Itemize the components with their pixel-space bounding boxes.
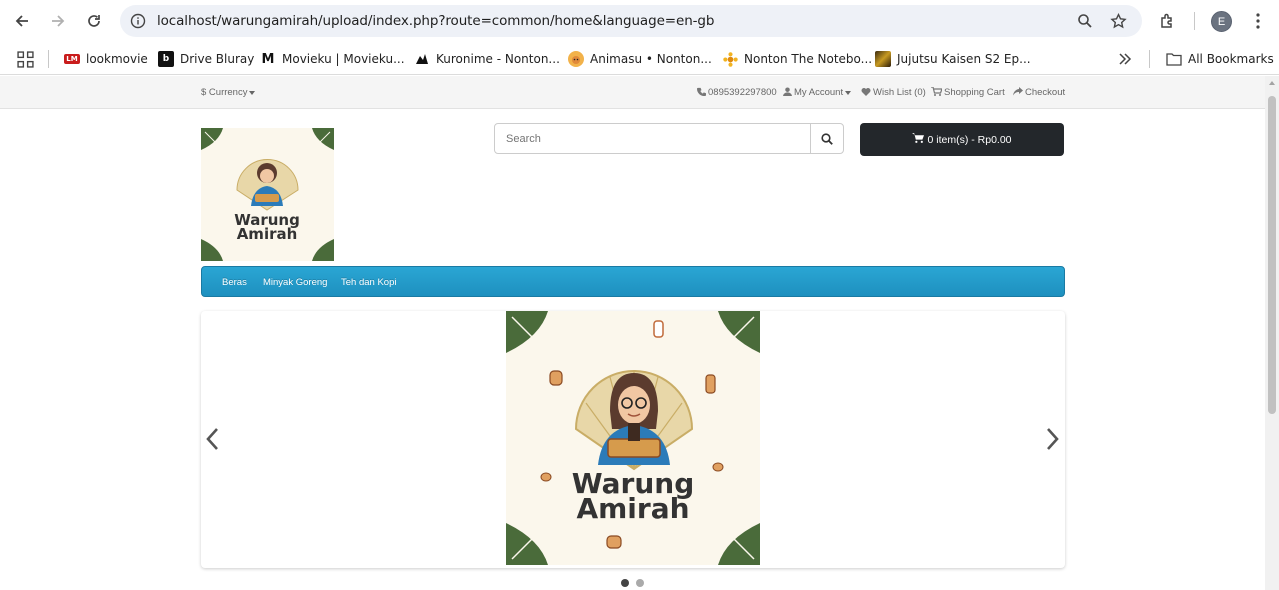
extensions-icon[interactable] <box>1157 10 1179 32</box>
bookmark-notebook[interactable]: Nonton The Notebo... <box>722 50 872 68</box>
banner-line2: Amirah <box>576 492 689 525</box>
caret-down-icon <box>249 90 256 95</box>
cart-summary: 0 item(s) - Rp0.00 <box>927 133 1012 146</box>
bookmark-label: Animasu • Nonton... <box>590 52 712 66</box>
carousel-dot-2[interactable] <box>636 579 644 587</box>
bookmark-label: lookmovie <box>86 52 148 66</box>
heart-icon <box>861 87 871 98</box>
carousel-pagination <box>621 579 644 587</box>
phone-icon <box>696 87 706 98</box>
bookmark-star-icon[interactable] <box>1108 11 1128 31</box>
bookmarks-divider <box>1149 50 1150 68</box>
kuronime-favicon <box>414 51 430 67</box>
search-button[interactable] <box>810 123 844 154</box>
bookmark-label: Movieku | Movieku... <box>282 52 405 66</box>
page-scrollbar[interactable] <box>1265 76 1279 590</box>
reload-icon <box>88 15 100 27</box>
site-info-icon[interactable] <box>128 11 148 31</box>
carousel-dot-1[interactable] <box>621 579 629 587</box>
bookmark-jujutsu[interactable]: Jujutsu Kaisen S2 Ep... <box>875 50 1031 68</box>
carousel-prev-button[interactable] <box>202 424 222 454</box>
store-topbar: $ Currency 0895392297800 My Account Wish… <box>0 76 1265 109</box>
logo-line2: Amirah <box>237 225 298 243</box>
profile-avatar[interactable]: E <box>1211 11 1232 32</box>
forward-arrow-icon <box>52 15 65 27</box>
menu-item-teh-dan-kopi[interactable]: Teh dan Kopi <box>341 277 396 288</box>
cart-button[interactable]: 0 item(s) - Rp0.00 <box>860 123 1064 156</box>
warung-amirah-logo-icon: Warung Amirah <box>201 128 334 261</box>
lookmovie-favicon: LM <box>64 54 80 64</box>
double-chevron-right-icon <box>1119 53 1132 65</box>
search-icon <box>821 132 833 145</box>
bookmark-label: Jujutsu Kaisen S2 Ep... <box>897 52 1031 66</box>
chevron-left-icon <box>206 428 218 450</box>
browser-toolbar: localhost/warungamirah/upload/index.php?… <box>0 0 1279 42</box>
bookmark-movieku[interactable]: M Movieku | Movieku... <box>260 50 405 68</box>
all-bookmarks-label: All Bookmarks <box>1188 52 1274 66</box>
url-text[interactable]: localhost/warungamirah/upload/index.php?… <box>157 13 714 29</box>
apps-grid-button[interactable] <box>17 50 34 68</box>
search-input[interactable] <box>495 124 810 153</box>
currency-dropdown[interactable]: $ Currency <box>201 87 256 98</box>
drive-bluray-favicon: b <box>158 51 174 67</box>
bookmark-lookmovie[interactable]: LM lookmovie <box>64 50 148 68</box>
user-icon <box>783 87 792 98</box>
shopping-cart-link[interactable]: Shopping Cart <box>931 86 1005 98</box>
cart-icon <box>912 133 925 146</box>
search-field[interactable] <box>494 123 811 154</box>
apps-grid-icon <box>17 50 34 68</box>
all-bookmarks-button[interactable]: All Bookmarks <box>1166 50 1274 68</box>
movieku-favicon: M <box>261 51 275 67</box>
currency-label: $ Currency <box>201 87 248 98</box>
folder-icon <box>1166 51 1182 67</box>
phone-link[interactable]: 0895392297800 <box>696 87 777 98</box>
wishlist-link[interactable]: Wish List (0) <box>861 87 926 98</box>
reload-button[interactable] <box>82 9 106 33</box>
bookmark-label: Kuronime - Nonton... <box>436 52 560 66</box>
bookmarks-divider <box>48 50 49 68</box>
category-menu: Beras Minyak Goreng Teh dan Kopi <box>201 266 1065 297</box>
zoom-icon[interactable] <box>1075 11 1095 31</box>
phone-number: 0895392297800 <box>708 87 777 98</box>
checkout-link[interactable]: Checkout <box>1013 87 1065 98</box>
bookmark-label: Drive Bluray <box>180 52 255 66</box>
banner-image[interactable]: Warung Amirah <box>506 311 760 565</box>
store-logo[interactable]: Warung Amirah <box>201 128 334 261</box>
web-page: $ Currency 0895392297800 My Account Wish… <box>0 76 1265 590</box>
menu-kebab-icon[interactable] <box>1247 10 1269 32</box>
bookmark-label: Nonton The Notebo... <box>744 52 873 66</box>
share-arrow-icon <box>1013 87 1023 98</box>
checkout-label: Checkout <box>1025 87 1066 98</box>
wishlist-label: Wish List (0) <box>873 87 926 98</box>
back-button[interactable] <box>10 9 34 33</box>
back-arrow-icon <box>15 15 28 27</box>
carousel-next-button[interactable] <box>1043 424 1063 454</box>
bookmark-drive-bluray[interactable]: b Drive Bluray <box>158 50 254 68</box>
caret-down-icon <box>845 90 852 95</box>
animasu-favicon <box>568 51 584 67</box>
toolbar-divider <box>1194 12 1195 30</box>
address-bar[interactable]: localhost/warungamirah/upload/index.php?… <box>120 5 1142 37</box>
menu-item-minyak-goreng[interactable]: Minyak Goreng <box>263 277 327 288</box>
cart-icon <box>931 86 943 98</box>
my-account-dropdown[interactable]: My Account <box>783 87 852 98</box>
warung-amirah-banner-icon: Warung Amirah <box>506 311 760 565</box>
more-bookmarks-button[interactable] <box>1118 50 1132 68</box>
my-account-label: My Account <box>794 87 844 98</box>
scrollbar-thumb[interactable] <box>1268 96 1276 414</box>
bookmark-animasu[interactable]: Animasu • Nonton... <box>568 50 712 68</box>
banner-carousel: Warung Amirah <box>201 311 1065 568</box>
shopping-cart-label: Shopping Cart <box>944 87 1005 98</box>
scroll-up-arrow-icon[interactable] <box>1269 81 1275 85</box>
bookmarks-bar: LM lookmovie b Drive Bluray M Movieku | … <box>0 42 1279 75</box>
bookmark-kuronime[interactable]: Kuronime - Nonton... <box>414 50 560 68</box>
forward-button[interactable] <box>46 9 70 33</box>
chevron-right-icon <box>1047 428 1059 450</box>
jujutsu-favicon <box>875 51 891 67</box>
menu-item-beras[interactable]: Beras <box>222 277 247 288</box>
notebook-favicon <box>722 51 738 67</box>
